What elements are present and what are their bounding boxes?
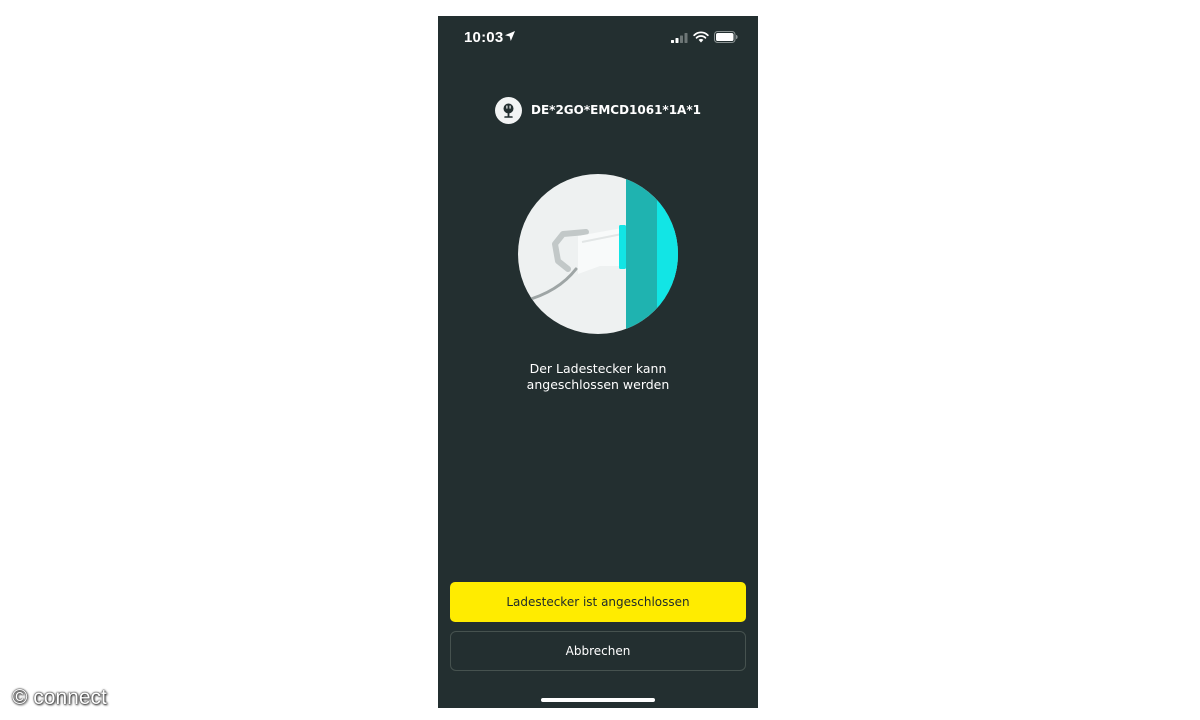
instruction-line-2: angeschlossen werden: [526, 377, 670, 392]
location-arrow-icon: [505, 31, 515, 41]
status-bar: 10:03: [438, 16, 758, 60]
phone-screen: 10:03 DE*2GO*EMCD1061*1A*1 Der Ladesteck…: [438, 16, 758, 708]
home-indicator[interactable]: [541, 698, 655, 702]
instruction-message: Der Ladestecker kann angeschlossen werde…: [458, 361, 738, 393]
station-id: DE*2GO*EMCD1061*1A*1: [531, 103, 701, 117]
charging-station-header: DE*2GO*EMCD1061*1A*1: [438, 96, 758, 124]
instruction-line-1: Der Ladestecker kann: [529, 361, 667, 376]
connector-plugged-in-button[interactable]: Ladestecker ist angeschlossen: [450, 582, 746, 622]
battery-icon: [714, 31, 738, 43]
watermark: © connect: [12, 686, 107, 709]
charging-connector-illustration: [518, 174, 678, 334]
charging-plug-icon: [495, 96, 523, 124]
wifi-icon: [693, 31, 709, 43]
cancel-button[interactable]: Abbrechen: [450, 631, 746, 671]
status-time: 10:03: [464, 29, 504, 46]
cellular-signal-icon: [671, 33, 688, 43]
